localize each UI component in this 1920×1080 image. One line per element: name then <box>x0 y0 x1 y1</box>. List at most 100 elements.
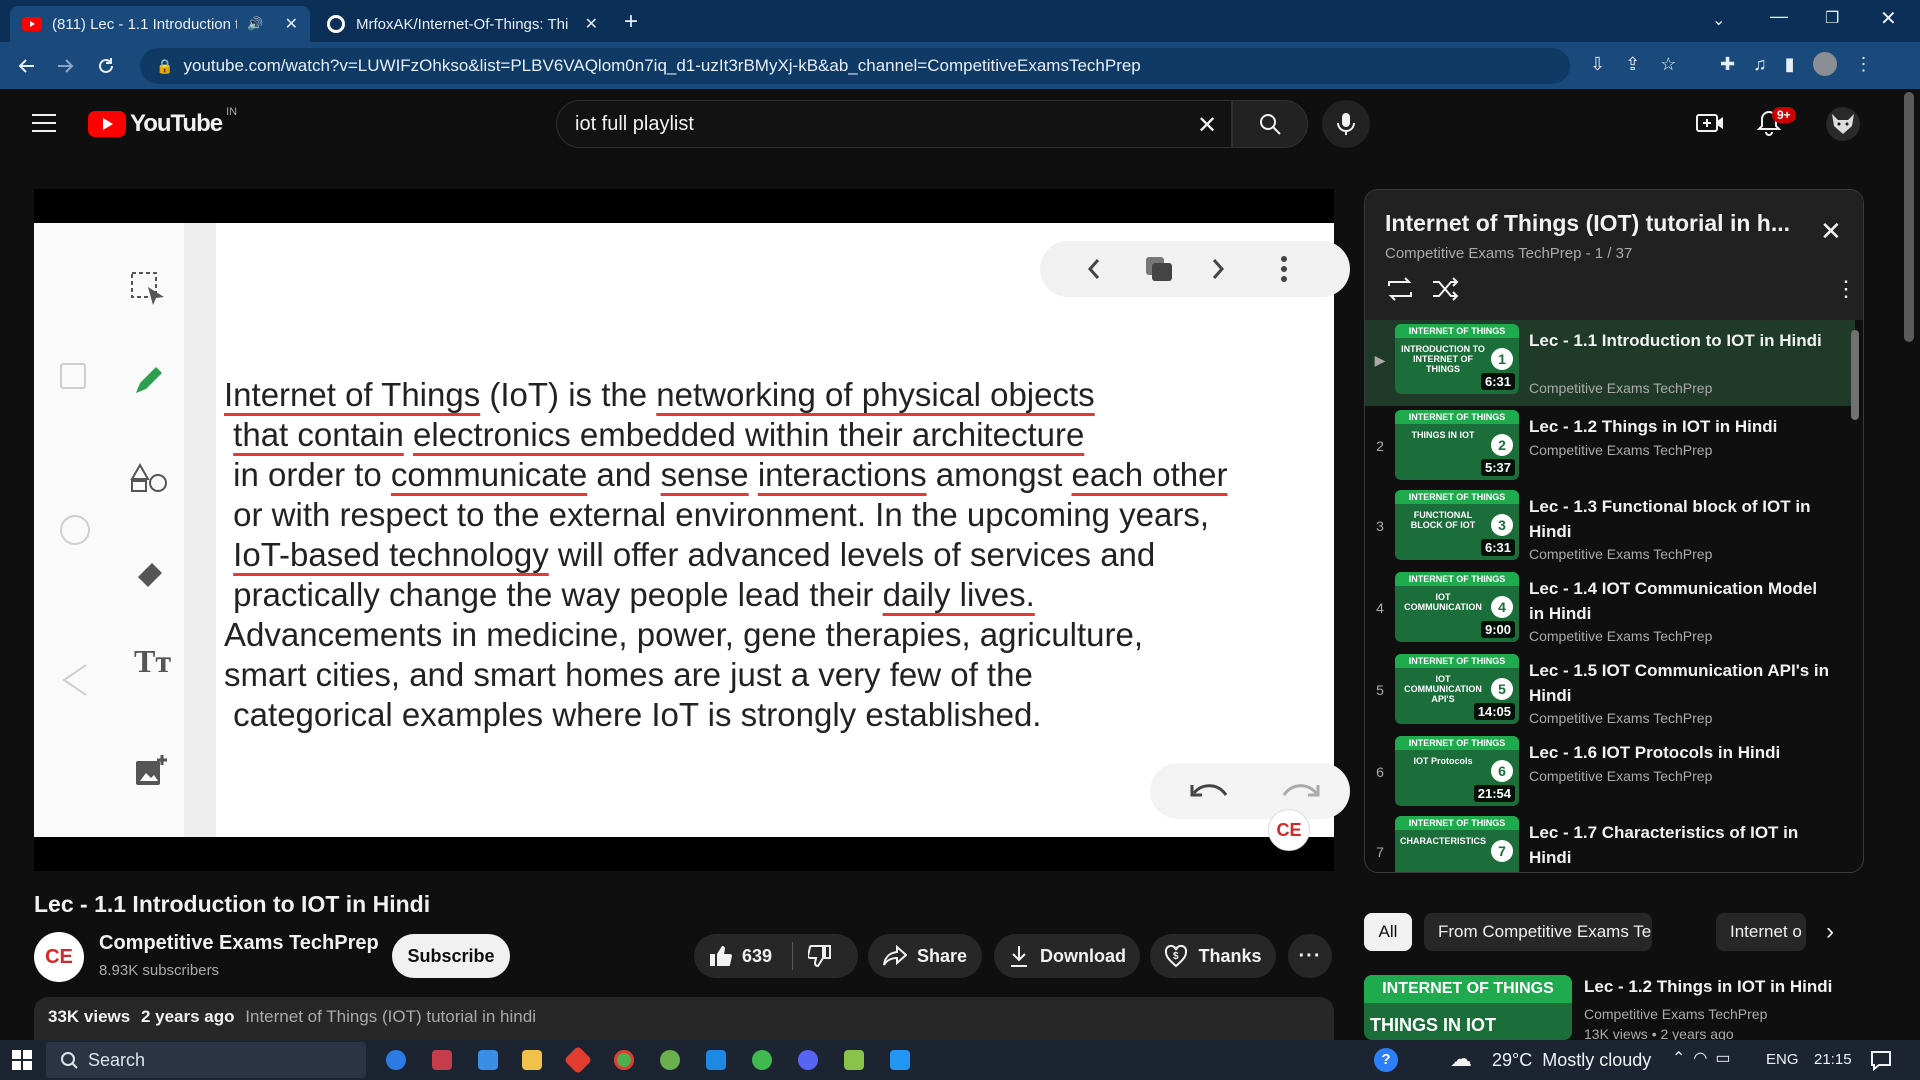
playlist-item[interactable]: 7 INTERNET OF THINGS CHARACTERISTICS 7 Lec -… <box>1365 812 1855 872</box>
playlist-item-thumbnail[interactable]: INTERNET OF THINGS CHARACTERISTICS 7 <box>1395 816 1519 872</box>
file-explorer-icon[interactable] <box>522 1050 542 1070</box>
playlist-item[interactable]: 4 INTERNET OF THINGS IOT COMMUNICATION 4 9:0… <box>1365 568 1855 654</box>
close-tab-icon[interactable]: ✕ <box>585 14 598 34</box>
speaker-icon[interactable]: 🔊 <box>247 16 263 32</box>
weather-cloud-icon[interactable]: ☁ <box>1450 1046 1472 1072</box>
playlist-title[interactable]: Internet of Things (IOT) tutorial in h..… <box>1385 210 1790 237</box>
playlist-item-title[interactable]: Lec - 1.6 IOT Protocols in Hindi <box>1529 740 1829 765</box>
close-tab-icon[interactable]: ✕ <box>285 14 298 34</box>
app-icon[interactable] <box>432 1050 452 1070</box>
recommendation-title[interactable]: Lec - 1.2 Things in IOT in Hindi <box>1584 977 1832 997</box>
side-panel-icon[interactable]: ▮ <box>1785 54 1795 75</box>
window-close-button[interactable]: ✕ <box>1880 6 1897 31</box>
chip-all[interactable]: All <box>1364 913 1412 951</box>
more-actions-button[interactable]: ··· <box>1288 934 1332 978</box>
download-button[interactable]: Download <box>994 934 1140 978</box>
playlist-menu-icon[interactable]: ⋮ <box>1835 276 1857 302</box>
chips-next-icon[interactable]: › <box>1826 918 1834 946</box>
loop-icon[interactable] <box>1385 276 1415 302</box>
youtube-logo[interactable]: YouTube IN <box>88 106 237 138</box>
extensions-icon[interactable]: ✚ <box>1720 54 1735 75</box>
duration-badge: 6:31 <box>1480 373 1515 390</box>
restore-button[interactable]: ❐ <box>1825 8 1839 28</box>
help-icon[interactable]: ? <box>1374 1048 1398 1072</box>
playlist-item-thumbnail[interactable]: INTERNET OF THINGS IOT Protocols 6 21:54 <box>1395 736 1519 806</box>
edge-icon[interactable] <box>386 1050 406 1070</box>
playlist-item-title[interactable]: Lec - 1.5 IOT Communication API's in Hin… <box>1529 658 1829 708</box>
install-icon[interactable]: ⇩ <box>1590 54 1605 75</box>
playlist-item[interactable]: 2 INTERNET OF THINGS THINGS IN IOT 2 5:37 Lec… <box>1365 406 1855 492</box>
url-field[interactable]: 🔒 youtube.com/watch?v=LUWIFzOhkso&list=P… <box>140 48 1570 84</box>
playlist-item[interactable]: 6 INTERNET OF THINGS IOT Protocols 6 21:54 Le… <box>1365 732 1855 818</box>
thanks-button[interactable]: $ Thanks <box>1150 934 1276 978</box>
tab-search-icon[interactable]: ⌄ <box>1712 10 1725 30</box>
clock[interactable]: 21:15 <box>1814 1051 1852 1068</box>
browser-menu-icon[interactable]: ⋮ <box>1855 54 1873 75</box>
channel-name[interactable]: Competitive Exams TechPrep <box>99 932 379 955</box>
search-input[interactable]: iot full playlist ✕ <box>556 100 1232 148</box>
voice-search-button[interactable] <box>1322 100 1370 148</box>
playlist-item-title[interactable]: Lec - 1.4 IOT Communication Model in Hin… <box>1529 576 1829 626</box>
git-icon[interactable] <box>563 1045 593 1075</box>
bluestacks-icon[interactable] <box>844 1050 864 1070</box>
tab-github[interactable]: MrfoxAK/Internet-Of-Things: Thi ✕ <box>314 6 610 42</box>
recommendation-thumbnail[interactable]: INTERNET OF THINGS THINGS IN IOT <box>1364 975 1572 1040</box>
slide-line: practically change the way people lead t… <box>224 575 1324 615</box>
app-window-icon[interactable] <box>706 1050 726 1070</box>
playlist-item-thumbnail[interactable]: INTERNET OF THINGS IOT COMMUNICATION 4 9:00 <box>1395 572 1519 642</box>
share-page-icon[interactable]: ⇪ <box>1625 54 1640 75</box>
vscode-icon[interactable] <box>890 1050 910 1070</box>
chip-internet[interactable]: Internet o <box>1716 913 1806 951</box>
playlist-item[interactable]: 5 INTERNET OF THINGS IOT COMMUNICATION API… <box>1365 650 1855 736</box>
reload-button[interactable] <box>94 54 118 78</box>
playlist-link[interactable]: Internet of Things (IOT) tutorial in hin… <box>245 1007 536 1026</box>
taskbar-search-box[interactable]: Search <box>46 1042 366 1078</box>
system-tray-icons[interactable]: ⌃◠▭ <box>1672 1048 1738 1068</box>
page-scrollbar[interactable] <box>1904 92 1914 342</box>
tab-youtube[interactable]: (811) Lec - 1.1 Introduction t 🔊 ✕ <box>10 6 310 42</box>
chrome-icon[interactable] <box>614 1050 634 1070</box>
clear-search-icon[interactable]: ✕ <box>1197 111 1217 140</box>
xbox-icon[interactable] <box>752 1050 772 1070</box>
playlist-item-title[interactable]: Lec - 1.3 Functional block of IOT in Hin… <box>1529 494 1829 544</box>
playlist-item[interactable]: 3 INTERNET OF THINGS FUNCTIONAL BLOCK OF I… <box>1365 486 1855 572</box>
discord-icon[interactable] <box>798 1050 818 1070</box>
like-button[interactable]: 639 <box>708 944 772 968</box>
search-button[interactable] <box>1232 100 1308 148</box>
weather-text[interactable]: 29°C Mostly cloudy <box>1492 1050 1651 1071</box>
back-button[interactable] <box>14 54 38 78</box>
playlist-item-thumbnail[interactable]: INTERNET OF THINGS IOT COMMUNICATION API'… <box>1395 654 1519 724</box>
dislike-button[interactable] <box>808 944 832 968</box>
playlist-item[interactable]: ▶ INTERNET OF THINGS INTRODUCTION TO INTER… <box>1365 320 1855 406</box>
bookmark-star-icon[interactable]: ☆ <box>1660 54 1676 75</box>
new-tab-button[interactable]: + <box>624 8 638 36</box>
playlist-item-thumbnail[interactable]: INTERNET OF THINGS FUNCTIONAL BLOCK OF IO… <box>1395 490 1519 560</box>
forward-button[interactable] <box>54 54 78 78</box>
share-button[interactable]: Share <box>868 934 982 978</box>
language-indicator[interactable]: ENG <box>1766 1051 1799 1068</box>
channel-watermark[interactable]: CE <box>1268 809 1310 851</box>
media-control-icon[interactable]: ♫ <box>1753 54 1767 75</box>
chrome-profile-icon[interactable] <box>660 1050 680 1070</box>
windows-start-icon[interactable] <box>12 1050 32 1070</box>
playlist-scrollbar[interactable] <box>1851 320 1861 872</box>
chip-from-channel[interactable]: From Competitive Exams Tec... <box>1424 913 1652 951</box>
notification-center-icon[interactable] <box>1870 1049 1892 1071</box>
account-avatar[interactable] <box>1826 107 1860 141</box>
close-playlist-icon[interactable]: ✕ <box>1820 216 1842 247</box>
profile-avatar[interactable] <box>1812 52 1837 76</box>
minimize-button[interactable]: — <box>1770 6 1788 27</box>
playlist-item-thumbnail[interactable]: INTERNET OF THINGS THINGS IN IOT 2 5:37 <box>1395 410 1519 480</box>
playlist-item-title[interactable]: Lec - 1.1 Introduction to IOT in Hindi <box>1529 328 1829 353</box>
channel-avatar[interactable]: CE <box>34 932 84 982</box>
shuffle-icon[interactable] <box>1431 276 1461 302</box>
hamburger-menu-icon[interactable] <box>32 113 58 133</box>
subscribe-button[interactable]: Subscribe <box>392 934 510 978</box>
microsoft-store-icon[interactable] <box>478 1050 498 1070</box>
fox-avatar-icon <box>1832 114 1854 134</box>
playlist-item-title[interactable]: Lec - 1.7 Characteristics of IOT in Hind… <box>1529 820 1829 870</box>
create-video-icon[interactable] <box>1696 111 1724 135</box>
playlist-item-thumbnail[interactable]: INTERNET OF THINGS INTRODUCTION TO INTERN… <box>1395 324 1519 394</box>
video-frame-slide[interactable]: Tт Internet of Things (IoT) is the netwo… <box>34 223 1350 851</box>
playlist-item-title[interactable]: Lec - 1.2 Things in IOT in Hindi <box>1529 414 1829 439</box>
